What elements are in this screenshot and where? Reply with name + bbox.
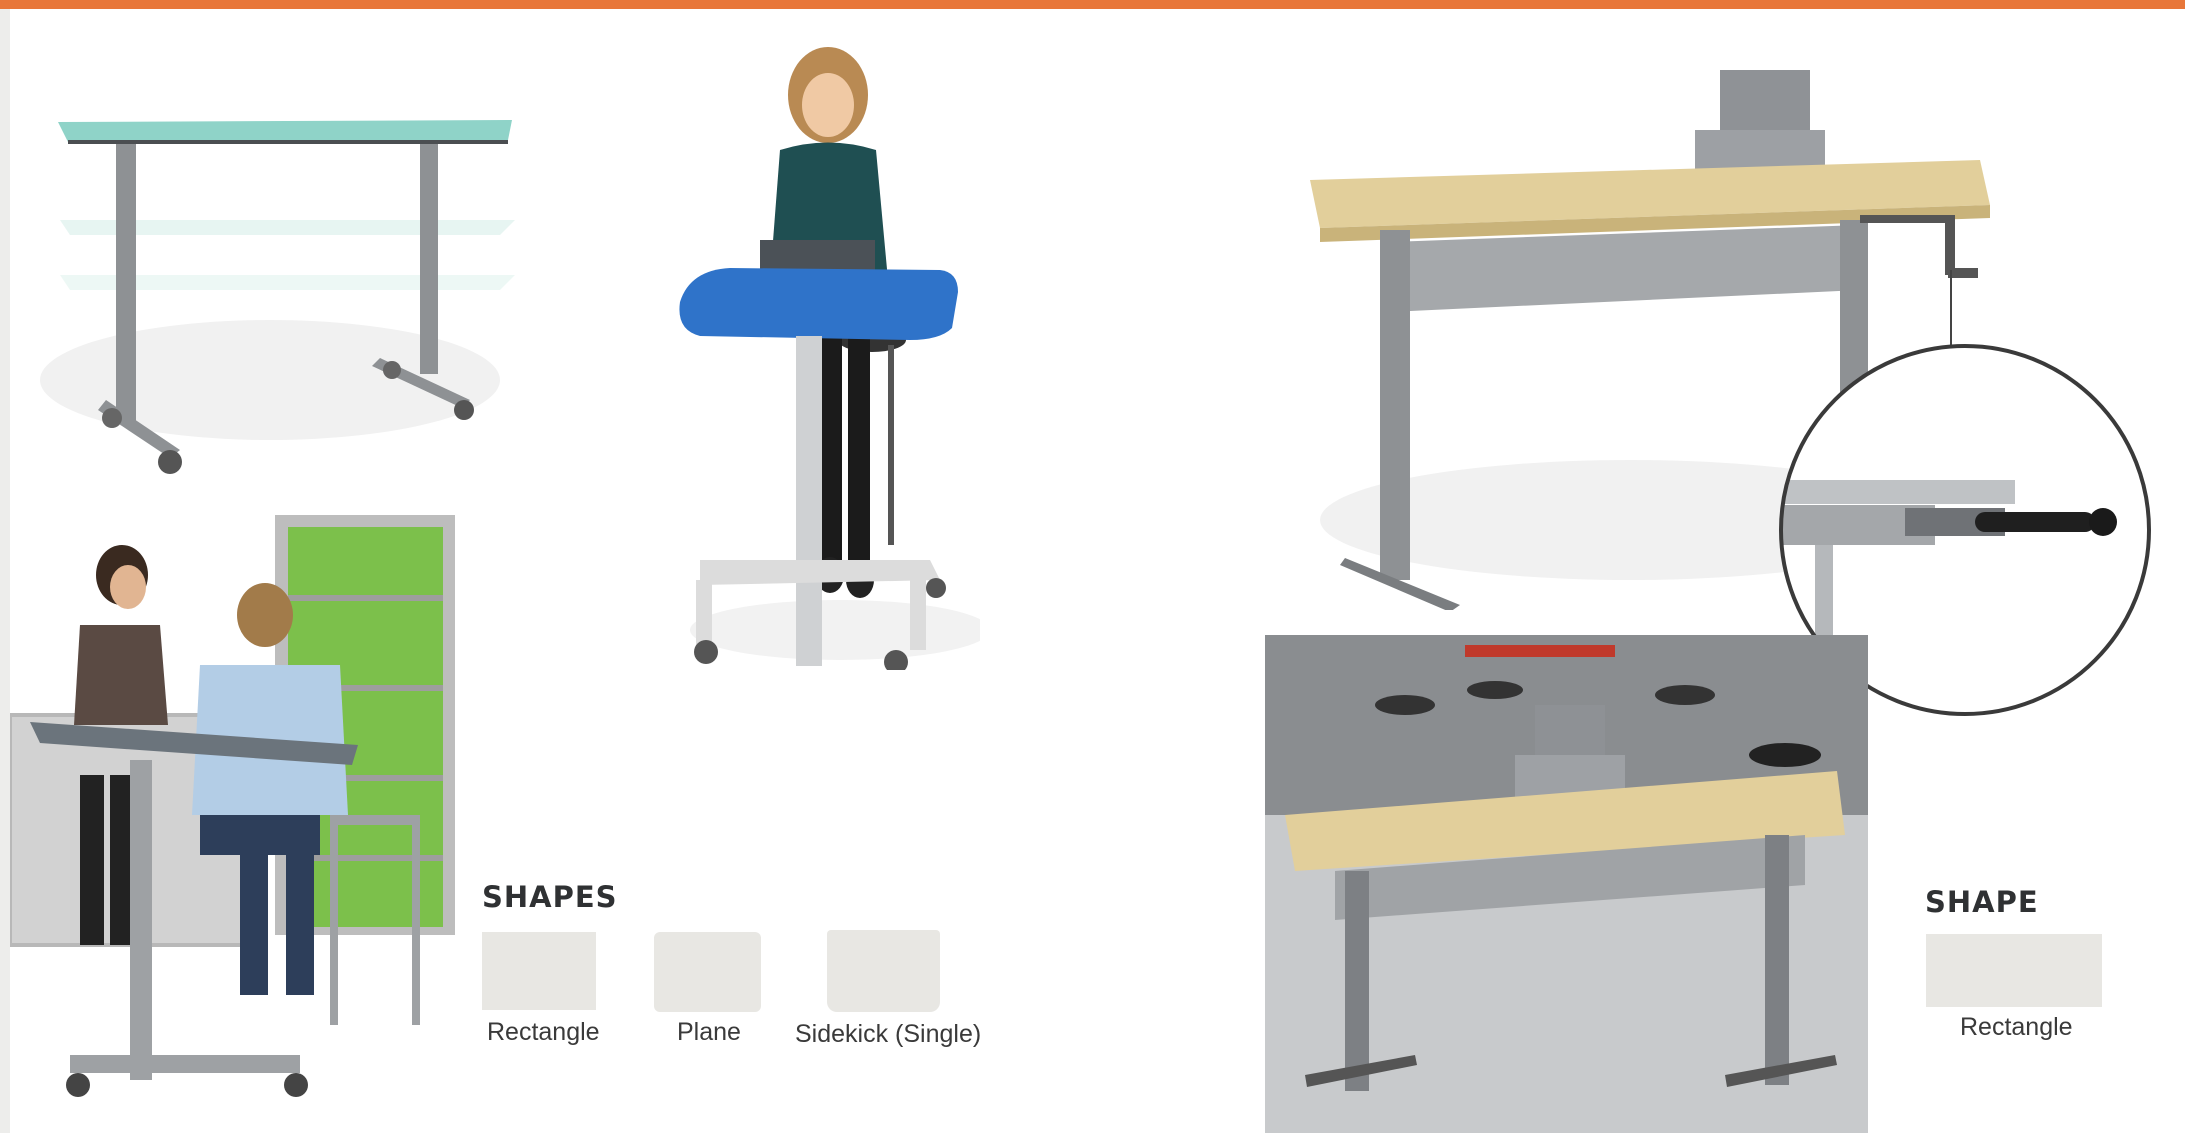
shapes-heading: SHAPES <box>482 880 618 914</box>
shape-label-rectangle: Rectangle <box>487 1018 600 1046</box>
accent-top-bar <box>0 0 2185 9</box>
shape-swatch-rectangle-right <box>1926 934 2102 1007</box>
photo-students-collaborative-table <box>10 515 455 1097</box>
page-left-edge <box>0 9 10 1133</box>
shape-swatch-sidekick-single <box>827 930 940 1012</box>
shape-label-sidekick-single: Sidekick (Single) <box>795 1020 982 1048</box>
shape-heading: SHAPE <box>1925 885 2039 919</box>
callout-line <box>1950 270 1952 346</box>
shape-swatch-rectangle <box>482 932 596 1010</box>
shape-swatch-plane <box>654 932 761 1012</box>
shape-label-rectangle-right: Rectangle <box>1960 1013 2073 1041</box>
photo-adjustable-table-teal <box>40 120 515 474</box>
photo-student-standing-desk <box>679 47 980 670</box>
photo-workbench-shop-floor <box>1265 635 1868 1133</box>
shape-label-plane: Plane <box>677 1018 741 1046</box>
